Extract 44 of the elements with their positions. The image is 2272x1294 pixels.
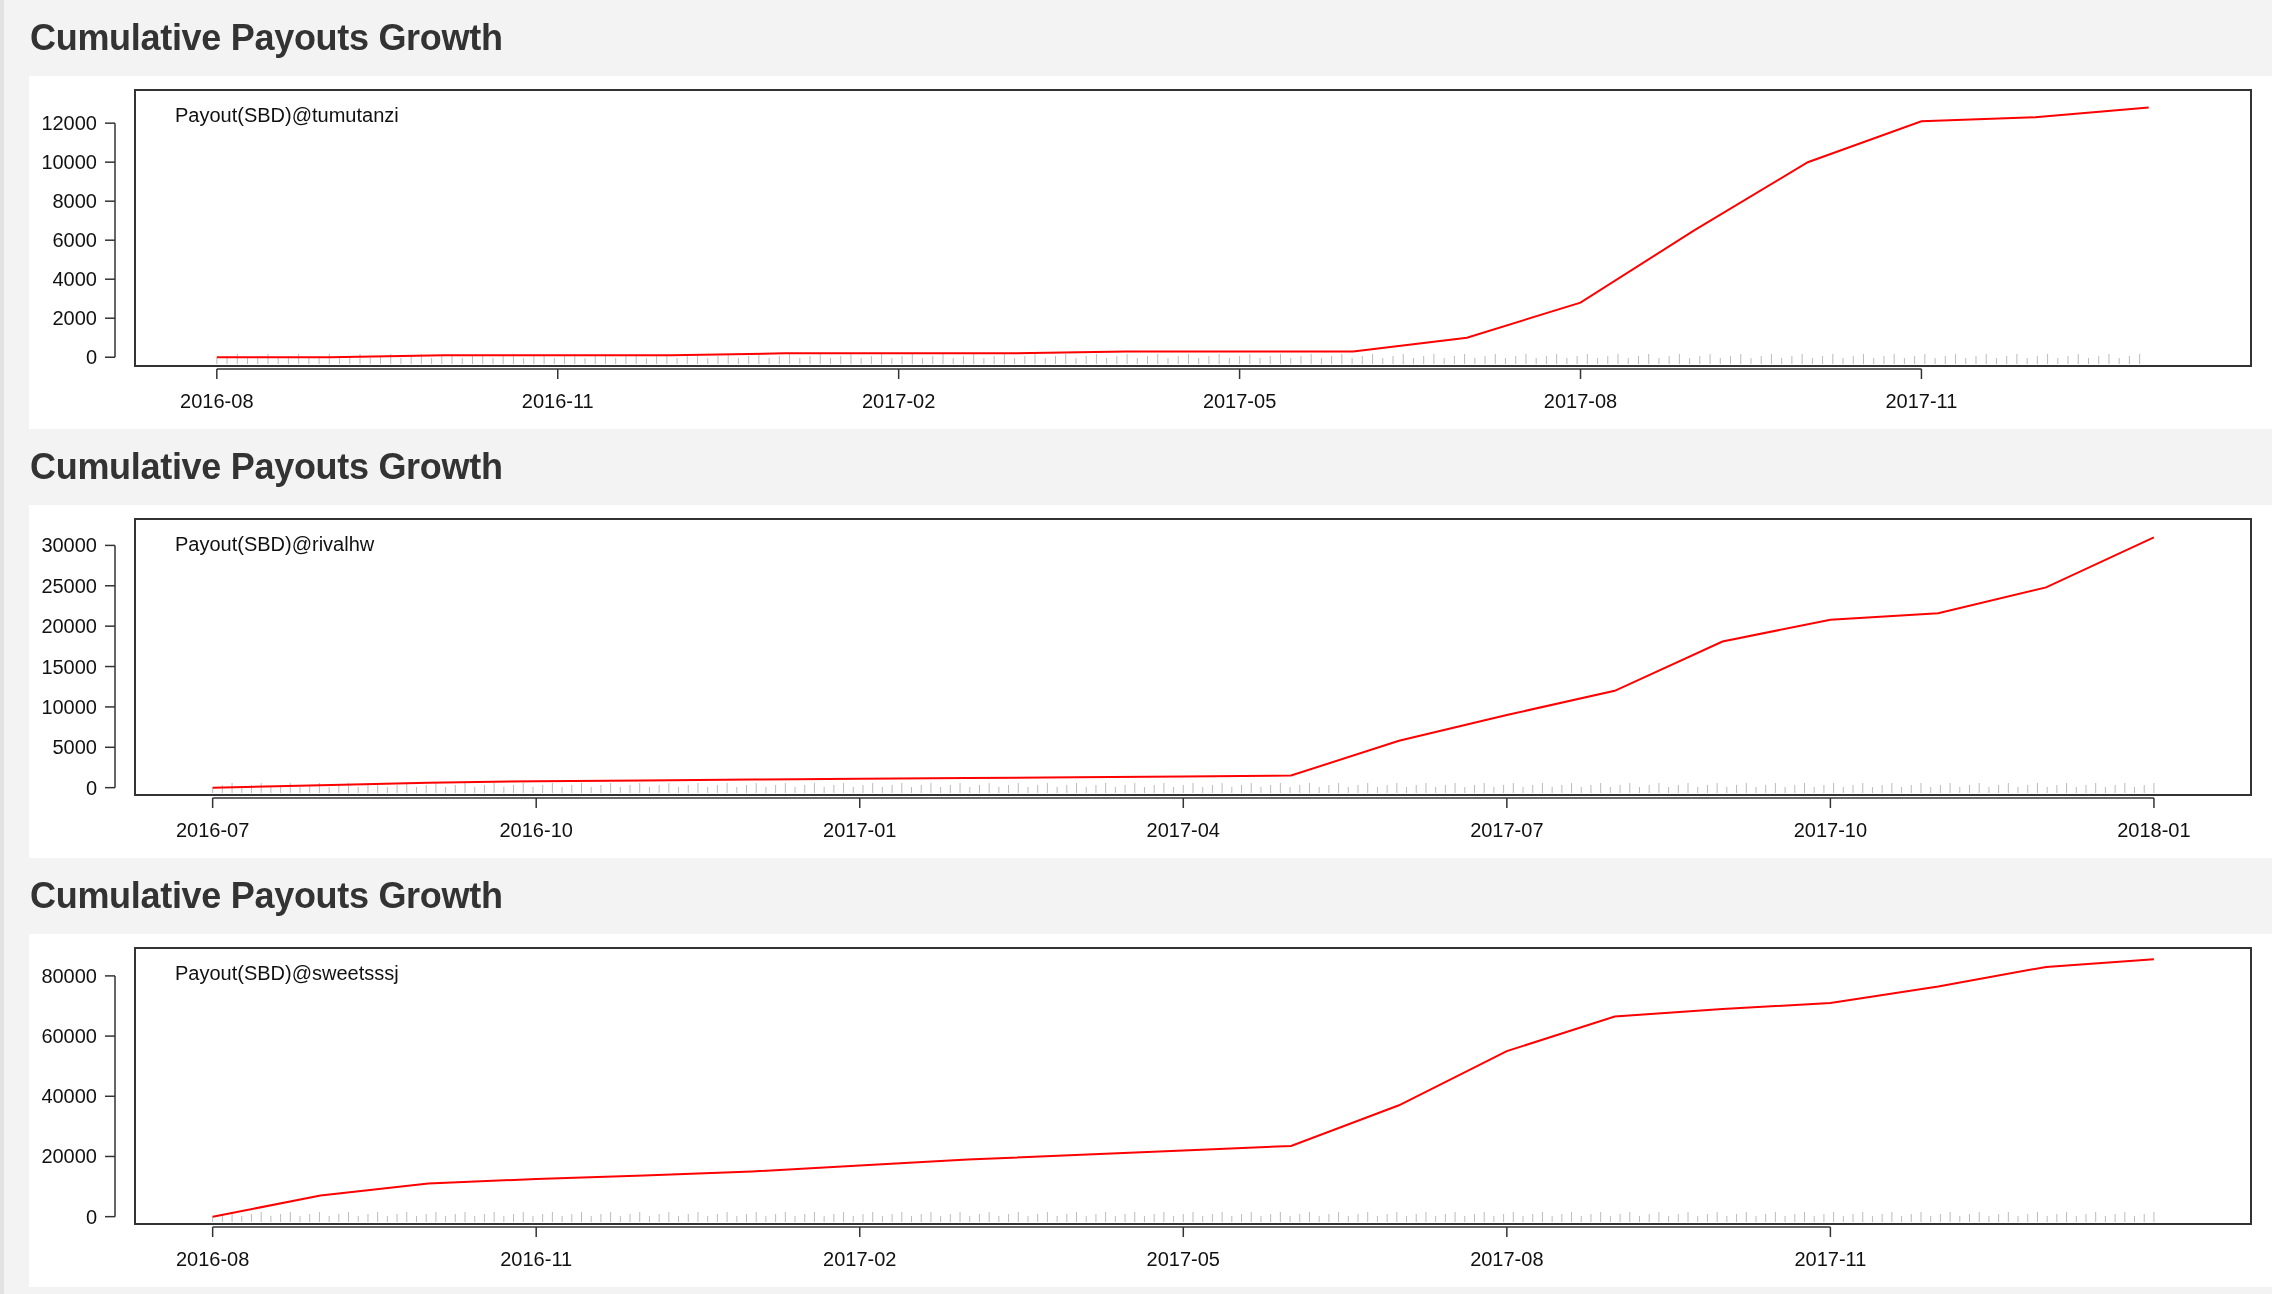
y-tick-label: 6000 [52,229,97,252]
x-tick-label: 2017-11 [1885,390,1958,412]
x-tick-label: 2017-01 [823,819,897,841]
x-tick-label: 2017-08 [1543,390,1618,412]
x-tick-label: 2017-02 [861,390,936,412]
y-tick-label: 8000 [52,190,97,213]
y-tick-label: 12000 [41,112,97,135]
section-heading: Cumulative Payouts Growth [29,16,504,60]
y-tick-label: 80000 [41,964,97,987]
x-tick-label: 2017-10 [1793,819,1868,841]
y-tick-label: 20000 [41,1145,97,1168]
y-tick-label: 10000 [41,151,97,174]
x-tick-label: 2016-11 [500,1248,573,1270]
x-tick-label: 2016-08 [180,390,254,412]
y-tick-label: 60000 [41,1025,97,1048]
y-tick-label: 15000 [41,655,97,678]
x-tick-label: 2016-10 [499,819,573,841]
section-heading: Cumulative Payouts Growth [29,445,504,489]
x-tick-label: 2017-05 [1146,1248,1220,1270]
x-tick-label: 2016-08 [175,1248,250,1270]
y-tick-label: 5000 [52,736,97,759]
y-tick-label: 0 [85,346,97,369]
x-tick-label: 2016-11 [521,390,594,412]
y-tick-label: 30000 [41,534,97,557]
x-tick-label: 2017-07 [1470,819,1544,841]
x-tick-label: 2017-02 [823,1248,897,1270]
y-tick-label: 20000 [41,615,97,638]
y-tick-label: 2000 [52,307,97,330]
y-tick-label: 4000 [52,268,97,291]
x-tick-label: 2017-11 [1794,1248,1867,1270]
x-tick-label: 2017-04 [1146,819,1220,841]
x-tick-label: 2017-05 [1202,390,1277,412]
x-tick-label: 2017-08 [1470,1248,1544,1270]
section-heading: Cumulative Payouts Growth [29,874,504,918]
x-tick-label: 2018-01 [2117,819,2191,841]
y-tick-label: 0 [85,776,97,799]
legend-label: Payout(SBD)@rivalhw [175,533,375,555]
legend-label: Payout(SBD)@sweetsssj [175,962,399,984]
y-tick-label: 25000 [41,574,97,597]
y-tick-label: 10000 [41,695,97,718]
x-tick-label: 2016-07 [175,819,250,841]
legend-label: Payout(SBD)@tumutanzi [175,104,399,126]
y-tick-label: 0 [85,1205,97,1228]
y-tick-label: 40000 [41,1085,97,1108]
